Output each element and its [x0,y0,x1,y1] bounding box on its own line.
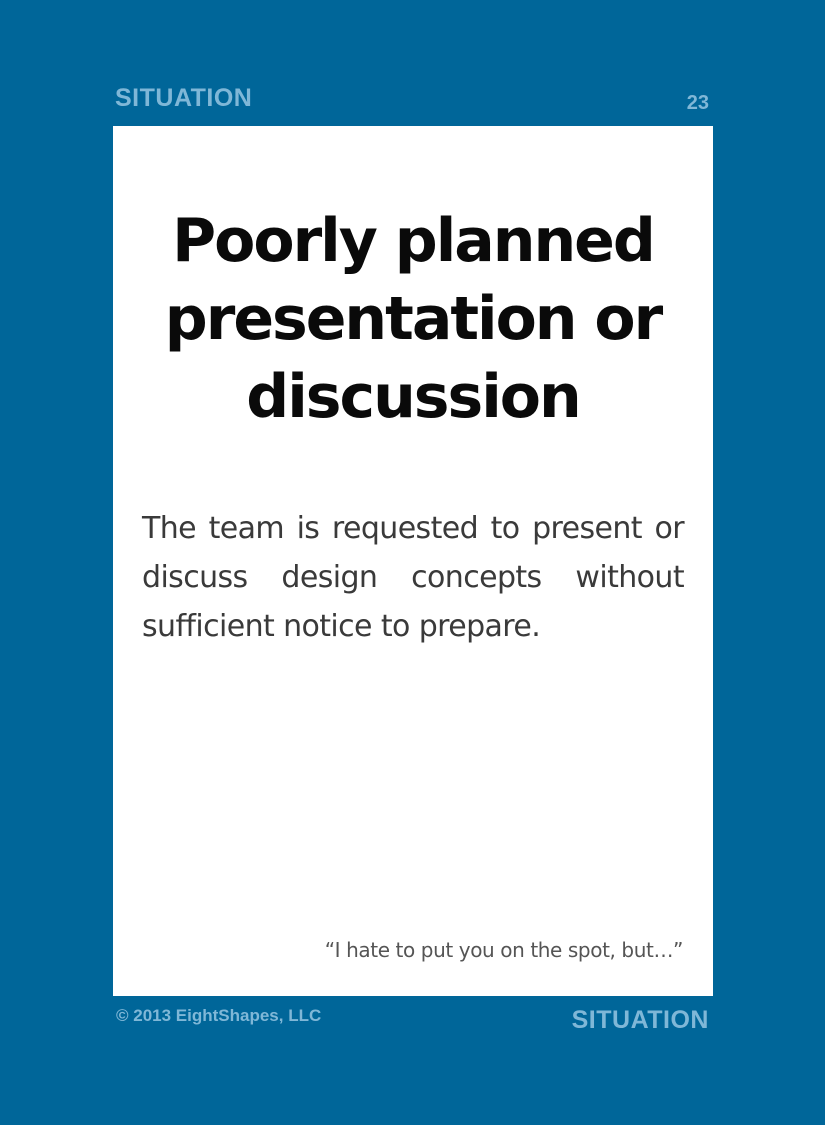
card-quote: “I hate to put you on the spot, but…” [324,938,684,962]
category-label-top: SITUATION [115,84,253,112]
category-label-bottom: SITUATION [571,1006,709,1034]
situation-card: Poorly planned presentation or discussio… [113,126,713,996]
copyright-notice: © 2013 EightShapes, LLC [116,1006,322,1025]
card-title: Poorly planned presentation or discussio… [164,206,663,432]
page-number: 23 [686,92,709,114]
card-description: The team is requested to present or disc… [142,511,685,644]
